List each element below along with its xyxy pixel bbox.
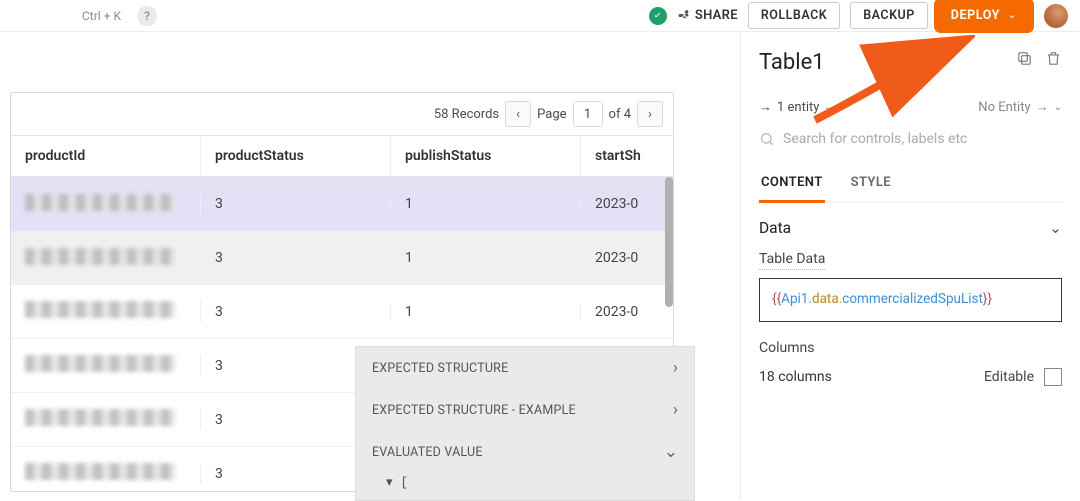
keyboard-shortcut-hint: Ctrl + K (82, 9, 121, 23)
code-field: commercializedSpuList (842, 291, 983, 307)
cell-startSh: 2023-0 (581, 304, 673, 320)
property-panel: Table1 → 1 entity ⌄ No Entity → ⌄ (740, 32, 1080, 500)
page-number: 1 (573, 101, 603, 127)
section-title: Data (759, 219, 791, 237)
prev-page-button[interactable]: ‹ (505, 101, 531, 127)
table-toolbar: 58 Records ‹ Page 1 of 4 › (11, 93, 673, 135)
cell-productStatus: 3 (201, 304, 391, 320)
cell-productId (25, 301, 175, 318)
chevron-down-icon: ⌄ (664, 442, 678, 462)
code-data: data. (812, 291, 842, 307)
deploy-button[interactable]: DEPLOY ⌄ (938, 2, 1030, 29)
widget-name[interactable]: Table1 (759, 50, 825, 75)
cell-publishStatus: 1 (391, 250, 581, 266)
chevron-right-icon: › (673, 400, 678, 420)
column-header-publishStatus[interactable]: publishStatus (391, 136, 581, 177)
cell-productId (25, 463, 175, 480)
page-of: of 4 (609, 107, 631, 122)
table-header: productId productStatus publishStatus st… (11, 135, 673, 177)
chevron-down-icon: ⌄ (1049, 219, 1062, 237)
search-icon (759, 131, 775, 147)
column-header-productStatus[interactable]: productStatus (201, 136, 391, 177)
entity-left-text: 1 entity (777, 100, 819, 115)
entity-right-text: No Entity (978, 100, 1030, 115)
popup-evaluated-value[interactable]: EVALUATED VALUE ⌄ (356, 431, 694, 473)
table-row[interactable]: 3 1 2023-0 (11, 231, 673, 285)
chevron-down-icon: ⌄ (1054, 102, 1062, 113)
section-data-header[interactable]: Data ⌄ (759, 219, 1062, 237)
editable-label: Editable (984, 369, 1034, 385)
cell-productId (25, 194, 175, 211)
deploy-label: DEPLOY (951, 8, 1000, 23)
status-ok-icon (649, 7, 667, 25)
share-label: SHARE (695, 8, 738, 23)
chevron-down-icon: ⌄ (824, 102, 832, 113)
backup-button[interactable]: BACKUP (850, 2, 928, 29)
help-icon[interactable]: ? (137, 6, 157, 26)
rollback-button[interactable]: ROLLBACK (748, 2, 840, 29)
popup-row-label: EVALUATED VALUE (372, 445, 483, 460)
arrow-right-icon: → (759, 99, 772, 115)
property-search[interactable]: Search for controls, labels etc (759, 131, 1062, 147)
table-row[interactable]: 3 1 2023-0 (11, 177, 673, 231)
popup-evaluated-content: ▾ [ (356, 473, 694, 500)
field-label-table-data: Table Data (759, 251, 825, 270)
column-header-productId[interactable]: productId (11, 136, 201, 177)
entity-link-left[interactable]: → 1 entity ⌄ (759, 99, 833, 115)
popup-expected-structure[interactable]: EXPECTED STRUCTURE › (356, 347, 694, 389)
cell-productId (25, 355, 175, 372)
cell-productId (25, 248, 175, 265)
top-toolbar: Ctrl + K ? SHARE ROLLBACK BACKUP DEPLOY … (0, 0, 1080, 32)
copy-icon[interactable] (1016, 50, 1033, 67)
vertical-scrollbar[interactable] (665, 177, 673, 307)
next-page-button[interactable]: › (637, 101, 663, 127)
code-close-braces: }} (983, 291, 992, 307)
canvas-area: 58 Records ‹ Page 1 of 4 › productId pro… (0, 32, 740, 500)
popup-row-label: EXPECTED STRUCTURE - EXAMPLE (372, 403, 576, 418)
avatar[interactable] (1044, 4, 1068, 28)
code-api: Api1. (781, 291, 812, 307)
tab-style[interactable]: STYLE (849, 169, 893, 202)
chevron-right-icon: › (673, 358, 678, 378)
share-button[interactable]: SHARE (677, 8, 738, 23)
property-tabs: CONTENT STYLE (759, 169, 1062, 203)
entity-link-right[interactable]: No Entity → ⌄ (978, 99, 1062, 115)
delete-icon[interactable] (1045, 50, 1062, 67)
cell-publishStatus: 1 (391, 304, 581, 320)
column-header-startSh[interactable]: startSh (581, 136, 673, 177)
cell-productId (25, 409, 175, 426)
popup-expected-structure-example[interactable]: EXPECTED STRUCTURE - EXAMPLE › (356, 389, 694, 431)
code-open-braces: {{ (772, 291, 781, 307)
table-data-input[interactable]: {{Api1.data.commercializedSpuList}} (759, 278, 1062, 322)
cell-startSh: 2023-0 (581, 196, 673, 212)
editable-checkbox[interactable] (1044, 368, 1062, 386)
popup-row-label: EXPECTED STRUCTURE (372, 361, 508, 376)
arrow-right-icon: → (1036, 99, 1049, 115)
tab-content[interactable]: CONTENT (759, 169, 825, 203)
records-count: 58 Records (434, 107, 499, 122)
table-row[interactable]: 3 1 2023-0 (11, 285, 673, 339)
field-label-columns: Columns (759, 340, 1062, 356)
cell-publishStatus: 1 (391, 196, 581, 212)
cell-productStatus: 3 (201, 196, 391, 212)
columns-count: 18 columns (759, 369, 832, 385)
chevron-down-icon: ⌄ (1008, 10, 1017, 21)
cell-productStatus: 3 (201, 250, 391, 266)
page-label: Page (537, 107, 566, 122)
search-placeholder: Search for controls, labels etc (783, 131, 967, 147)
cell-startSh: 2023-0 (581, 250, 673, 266)
evaluation-popup: EXPECTED STRUCTURE › EXPECTED STRUCTURE … (355, 346, 695, 501)
